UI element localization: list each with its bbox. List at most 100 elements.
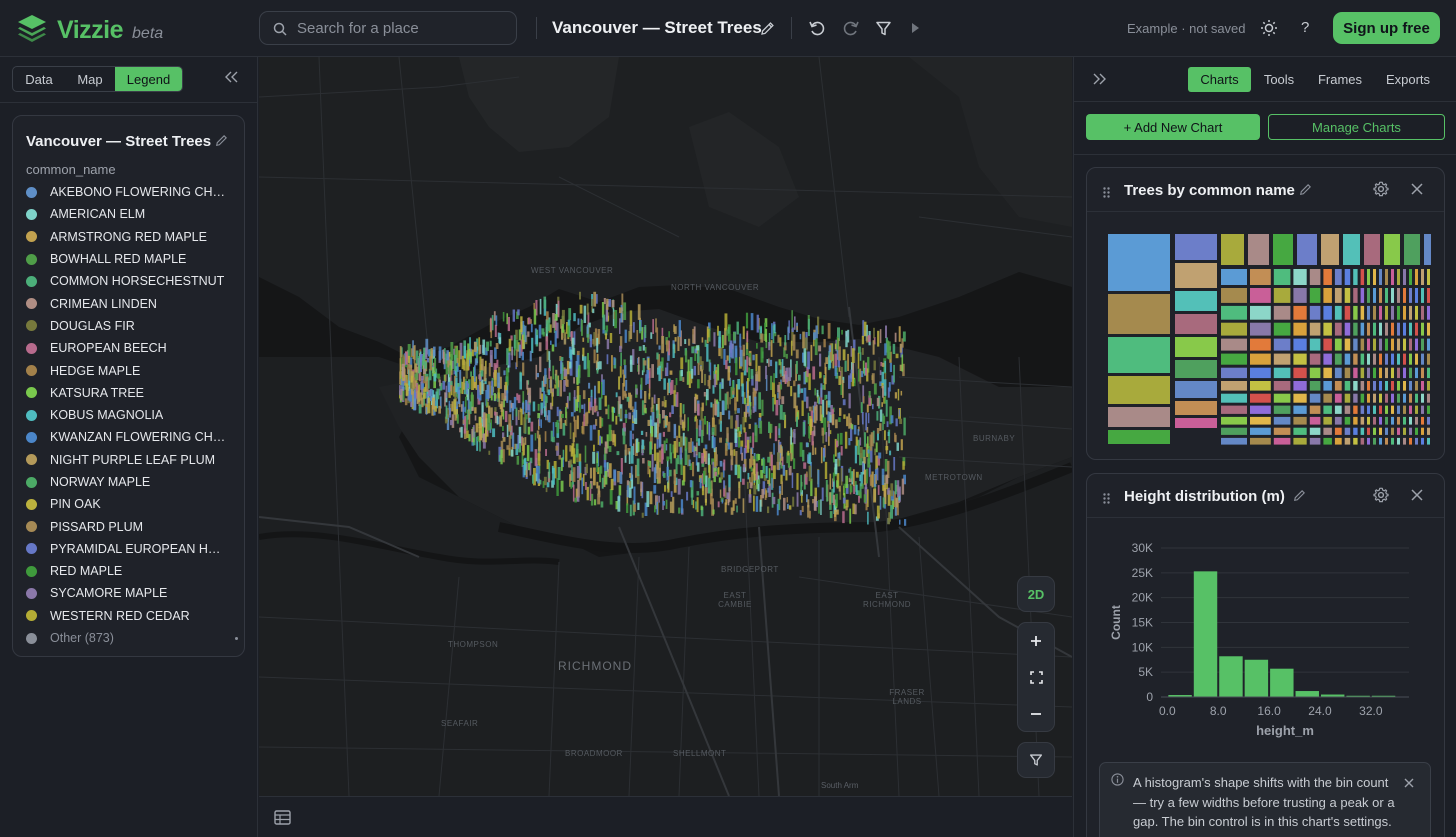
document-title[interactable]: Vancouver — Street Trees: [552, 18, 762, 38]
redo-icon[interactable]: [840, 17, 862, 39]
tree-point: [726, 329, 728, 336]
tree-point: [814, 338, 818, 356]
treemap-tile: [1391, 322, 1394, 336]
legend-item[interactable]: DOUGLAS FIR: [26, 315, 238, 337]
tree-point: [650, 332, 653, 339]
legend-item[interactable]: ARMSTRONG RED MAPLE: [26, 226, 238, 248]
legend-item[interactable]: NORWAY MAPLE: [26, 471, 238, 493]
filter-icon[interactable]: [872, 17, 894, 39]
tree-point: [640, 377, 643, 390]
tree-point: [791, 327, 794, 332]
undo-icon[interactable]: [806, 17, 828, 39]
close-icon[interactable]: [1404, 775, 1414, 793]
treemap-tile: [1421, 338, 1424, 351]
legend-item[interactable]: AMERICAN ELM: [26, 203, 238, 225]
map-filter-icon[interactable]: [1017, 742, 1055, 778]
legend-item[interactable]: AKEBONO FLOWERING CHE...: [26, 181, 238, 203]
edit-pencil-icon[interactable]: [1299, 183, 1312, 201]
drag-handle-icon[interactable]: [1103, 491, 1110, 509]
tab-data[interactable]: Data: [13, 67, 65, 91]
treemap-tile: [1360, 288, 1365, 303]
play-icon[interactable]: [904, 17, 926, 39]
tree-point: [474, 358, 478, 366]
tree-point: [697, 438, 701, 446]
tab-charts[interactable]: Charts: [1188, 67, 1251, 92]
treemap-tile: [1293, 338, 1307, 351]
view-mode-toggle[interactable]: 2D: [1017, 576, 1055, 612]
treemap-tile: [1367, 367, 1370, 379]
tab-tools[interactable]: Tools: [1251, 67, 1307, 92]
tab-map[interactable]: Map: [65, 67, 115, 91]
zoom-in-icon[interactable]: [1018, 626, 1054, 656]
search-input[interactable]: [297, 12, 507, 44]
tree-point: [558, 455, 561, 460]
tree-point: [569, 361, 572, 369]
tree-point: [753, 459, 756, 476]
tree-point: [714, 471, 717, 477]
legend-item[interactable]: PISSARD PLUM: [26, 515, 238, 537]
place-search[interactable]: [259, 11, 517, 45]
legend-item[interactable]: WESTERN RED CEDAR: [26, 605, 238, 627]
tree-point: [610, 478, 614, 491]
edit-pencil-icon[interactable]: [756, 17, 778, 39]
zoom-out-icon[interactable]: [1018, 699, 1054, 729]
legend-item[interactable]: PYRAMIDAL EUROPEAN HOR...: [26, 538, 238, 560]
legend-item[interactable]: HEDGE MAPLE: [26, 359, 238, 381]
tree-point: [863, 432, 866, 447]
legend-item-other[interactable]: Other (873): [26, 627, 238, 649]
gear-icon[interactable]: [1373, 181, 1389, 202]
tab-frames[interactable]: Frames: [1307, 67, 1373, 92]
collapse-panel-icon[interactable]: [225, 70, 238, 88]
legend-item[interactable]: BOWHALL RED MAPLE: [26, 248, 238, 270]
edit-pencil-icon[interactable]: [1293, 489, 1306, 507]
tree-point: [759, 499, 762, 512]
table-icon[interactable]: [274, 810, 291, 830]
treemap-tile: [1385, 305, 1388, 320]
tree-point: [658, 434, 661, 448]
legend-item[interactable]: KWANZAN FLOWERING CHE...: [26, 426, 238, 448]
tree-point: [836, 440, 839, 448]
treemap-tile: [1397, 437, 1400, 445]
map-canvas[interactable]: WEST VANCOUVER NORTH VANCOUVER BURNABY M…: [259, 57, 1072, 796]
tree-point: [644, 407, 647, 414]
legend-item[interactable]: EUROPEAN BEECH: [26, 337, 238, 359]
tab-legend[interactable]: Legend: [115, 67, 182, 91]
tree-point: [656, 438, 659, 449]
legend-item[interactable]: PIN OAK: [26, 493, 238, 515]
tab-exports[interactable]: Exports: [1373, 67, 1443, 92]
manage-charts-button[interactable]: Manage Charts: [1268, 114, 1445, 140]
tree-point: [710, 402, 713, 408]
tree-point: [882, 386, 884, 398]
legend-item[interactable]: RED MAPLE: [26, 560, 238, 582]
theme-sun-icon[interactable]: [1258, 17, 1280, 39]
add-chart-button[interactable]: + Add New Chart: [1086, 114, 1260, 140]
legend-item[interactable]: SYCAMORE MAPLE: [26, 582, 238, 604]
help-icon[interactable]: ?: [1301, 19, 1309, 36]
tree-point: [715, 399, 719, 404]
expand-panel-icon[interactable]: [1093, 72, 1106, 90]
treemap-tile: [1415, 338, 1418, 351]
tree-point: [704, 416, 706, 425]
close-icon[interactable]: [1411, 488, 1423, 506]
sign-up-button[interactable]: Sign up free: [1333, 12, 1440, 44]
tree-point: [471, 376, 475, 390]
drag-handle-icon[interactable]: [1103, 185, 1110, 203]
tree-point: [648, 461, 650, 466]
tree-point: [782, 412, 786, 421]
tree-point: [877, 330, 880, 347]
legend-item[interactable]: CRIMEAN LINDEN: [26, 292, 238, 314]
tree-point: [688, 338, 691, 346]
legend-item[interactable]: COMMON HORSECHESTNUT: [26, 270, 238, 292]
gear-icon[interactable]: [1373, 487, 1389, 508]
edit-pencil-icon[interactable]: [215, 134, 228, 152]
close-icon[interactable]: [1411, 182, 1423, 200]
legend-item[interactable]: NIGHT PURPLE LEAF PLUM: [26, 449, 238, 471]
legend-item[interactable]: KATSURA TREE: [26, 382, 238, 404]
tree-point: [802, 449, 805, 462]
tree-point: [586, 324, 589, 334]
fullscreen-icon[interactable]: [1018, 662, 1054, 692]
legend-item[interactable]: KOBUS MAGNOLIA: [26, 404, 238, 426]
tree-point: [893, 364, 895, 383]
treemap-tile: [1221, 353, 1247, 365]
app-logo[interactable]: Vizzie beta: [16, 12, 163, 49]
